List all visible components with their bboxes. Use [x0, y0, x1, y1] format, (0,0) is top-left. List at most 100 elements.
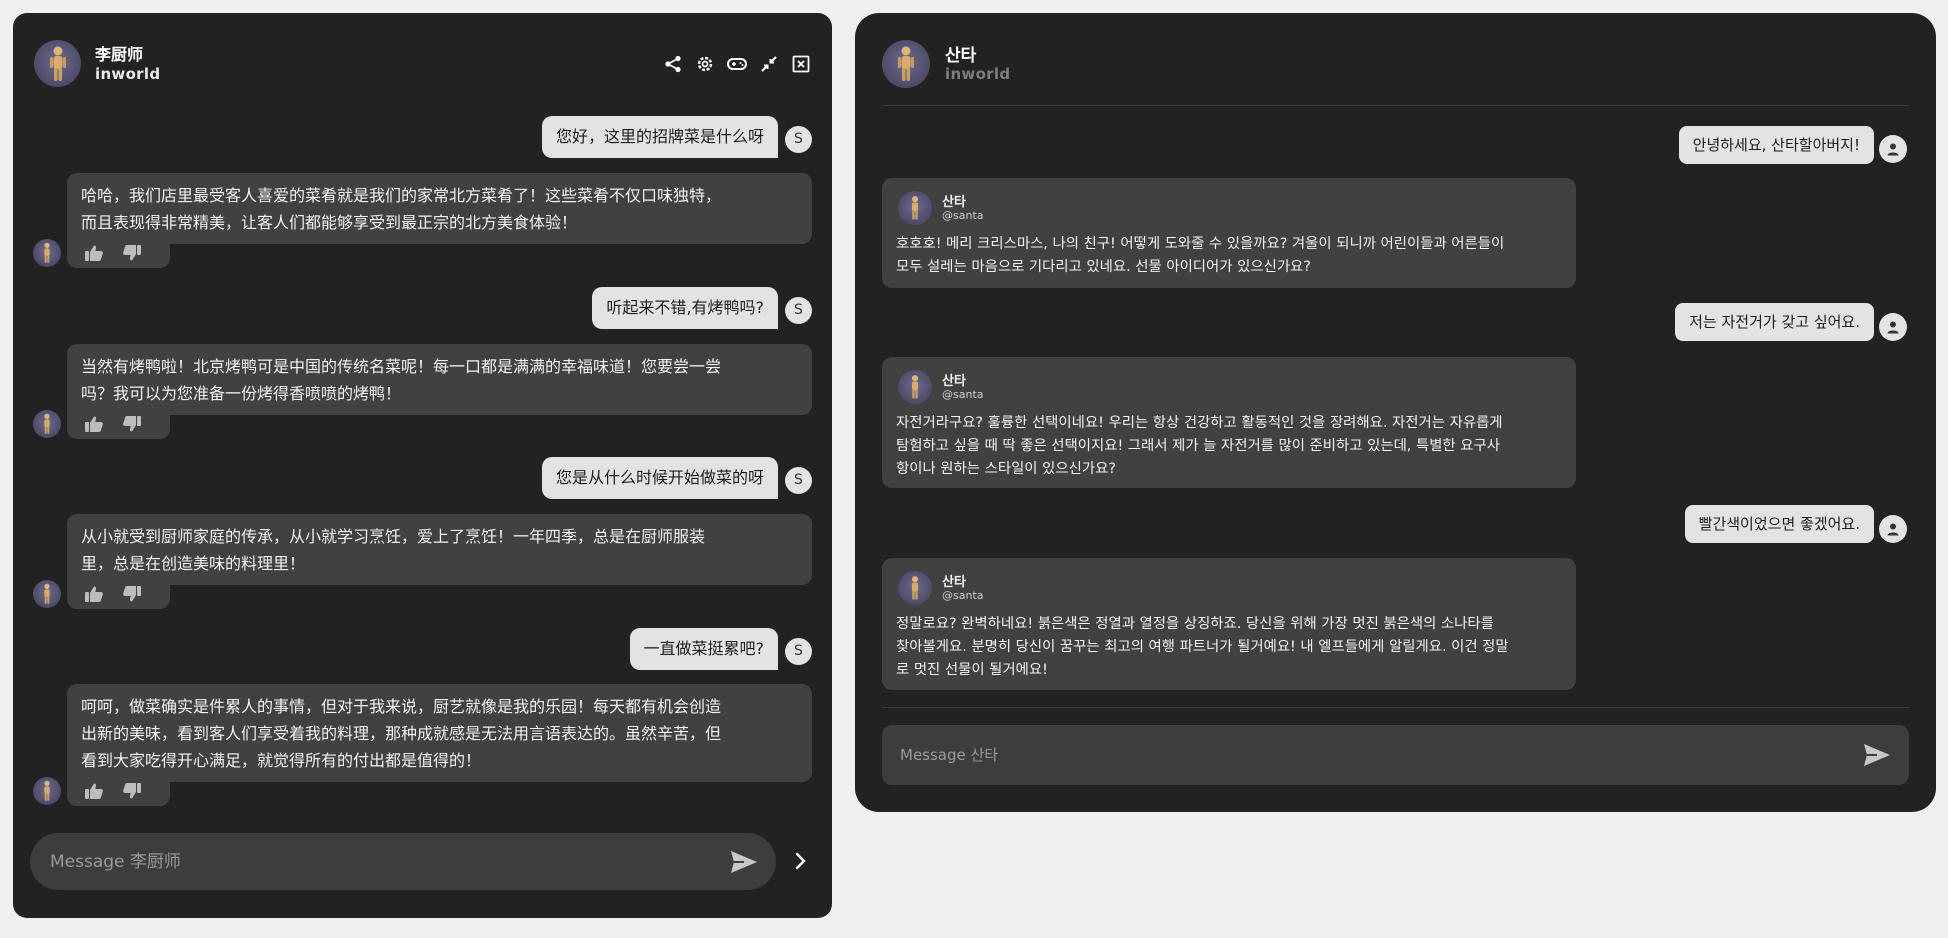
bot-name: 산타	[942, 374, 966, 389]
user-avatar: S	[785, 467, 812, 494]
thumbs-up-icon[interactable]	[83, 413, 105, 435]
thumbs-down-icon[interactable]	[121, 780, 143, 802]
mannequin-icon	[49, 46, 66, 81]
mannequin-icon	[44, 780, 50, 801]
bot-name: 산타	[942, 195, 966, 210]
feedback-bar	[67, 776, 170, 806]
message-line: 当然有烤鸭啦！北京烤鸭可是中国的传统名菜呢！每一口都是满满的幸福味道！您要尝一尝	[81, 357, 722, 376]
message-line: 호호호! 메리 크리스마스, 나의 친구! 어떻게 도와줄 수 있을까요? 겨울…	[896, 236, 1505, 252]
user-message: 빨간색이었으면 좋겠어요.	[1684, 505, 1874, 543]
chat-panel-left: 李厨师 inworld 您好，这里的招牌菜是什么呀 S 哈哈，我们店里最受客人喜…	[13, 13, 832, 918]
feedback-bar	[67, 238, 170, 268]
thumbs-up-icon[interactable]	[83, 780, 105, 802]
user-avatar: S	[785, 297, 812, 324]
bot-avatar	[33, 777, 61, 805]
message-input-container	[30, 833, 776, 890]
send-icon[interactable]	[730, 850, 758, 874]
thumbs-down-icon[interactable]	[121, 583, 143, 605]
share-icon[interactable]	[662, 53, 684, 75]
bot-avatar	[898, 370, 932, 404]
message-input[interactable]	[900, 725, 1840, 785]
bot-message: 산타 @santa 정말로요? 완벽하네요! 붉은색은 정열과 열정을 상징하죠…	[882, 558, 1576, 690]
message-line: 从小就受到厨师家庭的传承，从小就学习烹饪，爱上了烹饪！一年四季，总是在厨师服装	[81, 527, 706, 546]
bot-handle: @santa	[942, 589, 984, 602]
message-line: 出新的美味，看到客人们享受着我的料理，那种成就感是无法用言语表达的。虽然辛苦，但	[81, 724, 722, 743]
chat-panel-right: 산타 inworld 안녕하세요, 산타할아버지! 산타 @santa 호호호!…	[855, 13, 1936, 812]
bot-message: 呵呵，做菜确实是件累人的事情，但对于我来说，厨艺就像是我的乐园！每天都有机会创造…	[67, 684, 812, 782]
feedback-bar	[67, 409, 170, 439]
minimize-icon[interactable]	[758, 53, 780, 75]
settings-gear-icon[interactable]	[694, 53, 716, 75]
header-divider	[882, 105, 1909, 106]
user-message: 안녕하세요, 산타할아버지!	[1678, 126, 1874, 164]
message-line: 모두 설레는 마음으로 기다리고 있네요. 선물 아이디어가 있으신가요?	[896, 259, 1311, 275]
mannequin-icon	[44, 242, 50, 263]
character-avatar	[882, 40, 930, 88]
close-icon[interactable]	[790, 53, 812, 75]
bot-message: 从小就受到厨师家庭的传承，从小就学习烹饪，爱上了烹饪！一年四季，总是在厨师服装 …	[67, 514, 812, 585]
user-message: 저는 자전거가 갖고 싶어요.	[1675, 303, 1874, 341]
message-text: 호호호! 메리 크리스마스, 나의 친구! 어떻게 도와줄 수 있을까요? 겨울…	[896, 233, 1566, 279]
message-line: 里，总是在创造美味的料理里！	[81, 554, 306, 573]
character-name: 李厨师	[95, 45, 144, 64]
mannequin-icon	[911, 576, 919, 600]
bot-message: 산타 @santa 호호호! 메리 크리스마스, 나의 친구! 어떻게 도와줄 …	[882, 178, 1576, 288]
mannequin-icon	[911, 375, 919, 399]
mannequin-icon	[898, 46, 914, 81]
chevron-right-icon[interactable]	[790, 849, 812, 873]
person-icon	[1887, 143, 1899, 156]
inworld-logo: inworld	[95, 65, 161, 83]
character-avatar	[34, 40, 81, 87]
thumbs-down-icon[interactable]	[121, 413, 143, 435]
inworld-logo: inworld	[945, 65, 1011, 83]
user-message: 您是从什么时候开始做菜的呀	[541, 457, 778, 499]
send-icon[interactable]	[1863, 743, 1891, 767]
bot-handle: @santa	[942, 209, 984, 222]
user-avatar	[1879, 135, 1907, 163]
mannequin-icon	[44, 413, 50, 434]
message-line: 看到大家吃得开心满足，就觉得所有的付出都是值得的！	[81, 751, 482, 770]
person-icon	[1887, 321, 1899, 334]
message-line: 항이나 원하는 스타일이 있으신가요?	[896, 461, 1116, 477]
message-line: 로 멋진 선물이 될거에요!	[896, 662, 1048, 678]
message-input-container	[882, 725, 1909, 785]
input-divider	[882, 707, 1909, 708]
bot-name: 산타	[942, 575, 966, 590]
user-avatar	[1879, 313, 1907, 341]
bot-message: 哈哈，我们店里最受客人喜爱的菜肴就是我们的家常北方菜肴了！这些菜肴不仅口味独特，…	[67, 173, 812, 244]
thumbs-up-icon[interactable]	[83, 242, 105, 264]
feedback-bar	[67, 579, 170, 609]
user-message: 您好，这里的招牌菜是什么呀	[541, 116, 778, 158]
bot-avatar	[33, 580, 61, 608]
message-line: 찾아볼게요. 분명히 당신이 꿈꾸는 최고의 여행 파트너가 될거예요! 내 엘…	[896, 639, 1509, 655]
bot-avatar	[898, 571, 932, 605]
message-line: 呵呵，做菜确实是件累人的事情，但对于我来说，厨艺就像是我的乐园！每天都有机会创造	[81, 697, 722, 716]
person-icon	[1887, 523, 1899, 536]
bot-avatar	[898, 191, 932, 225]
message-line: 而且表现得非常精美，让客人们都能够享受到最正宗的北方美食体验！	[81, 213, 578, 232]
header-toolbar	[662, 53, 812, 75]
bot-avatar	[33, 239, 61, 267]
bot-message: 当然有烤鸭啦！北京烤鸭可是中国的传统名菜呢！每一口都是满满的幸福味道！您要尝一尝…	[67, 344, 812, 415]
mannequin-icon	[911, 196, 919, 220]
bot-message: 산타 @santa 자전거라구요? 훌륭한 선택이네요! 우리는 항상 건강하고…	[882, 357, 1576, 488]
thumbs-down-icon[interactable]	[121, 242, 143, 264]
message-line: 탐험하고 싶을 때 딱 좋은 선택이지요! 그래서 제가 늘 자전거를 많이 준…	[896, 438, 1500, 454]
mannequin-icon	[44, 583, 50, 604]
user-message: 听起来不错,有烤鸭吗?	[592, 287, 778, 329]
message-line: 자전거라구요? 훌륭한 선택이네요! 우리는 항상 건강하고 활동적인 것을 장…	[896, 415, 1503, 431]
message-text: 자전거라구요? 훌륭한 선택이네요! 우리는 항상 건강하고 활동적인 것을 장…	[896, 412, 1566, 481]
message-input[interactable]	[50, 833, 710, 890]
message-line: 吗？我可以为您准备一份烤得香喷喷的烤鸭！	[81, 384, 402, 403]
message-line: 정말로요? 완벽하네요! 붉은색은 정열과 열정을 상징하죠. 당신을 위해 가…	[896, 616, 1494, 632]
bot-avatar	[33, 410, 61, 438]
user-avatar: S	[785, 638, 812, 665]
message-text: 정말로요? 완벽하네요! 붉은색은 정열과 열정을 상징하죠. 당신을 위해 가…	[896, 613, 1566, 682]
gamepad-icon[interactable]	[726, 53, 748, 75]
user-avatar: S	[785, 126, 812, 153]
user-avatar	[1879, 515, 1907, 543]
message-line: 哈哈，我们店里最受客人喜爱的菜肴就是我们的家常北方菜肴了！这些菜肴不仅口味独特，	[81, 186, 722, 205]
user-message: 一直做菜挺累吧?	[629, 628, 778, 670]
thumbs-up-icon[interactable]	[83, 583, 105, 605]
bot-handle: @santa	[942, 388, 984, 401]
